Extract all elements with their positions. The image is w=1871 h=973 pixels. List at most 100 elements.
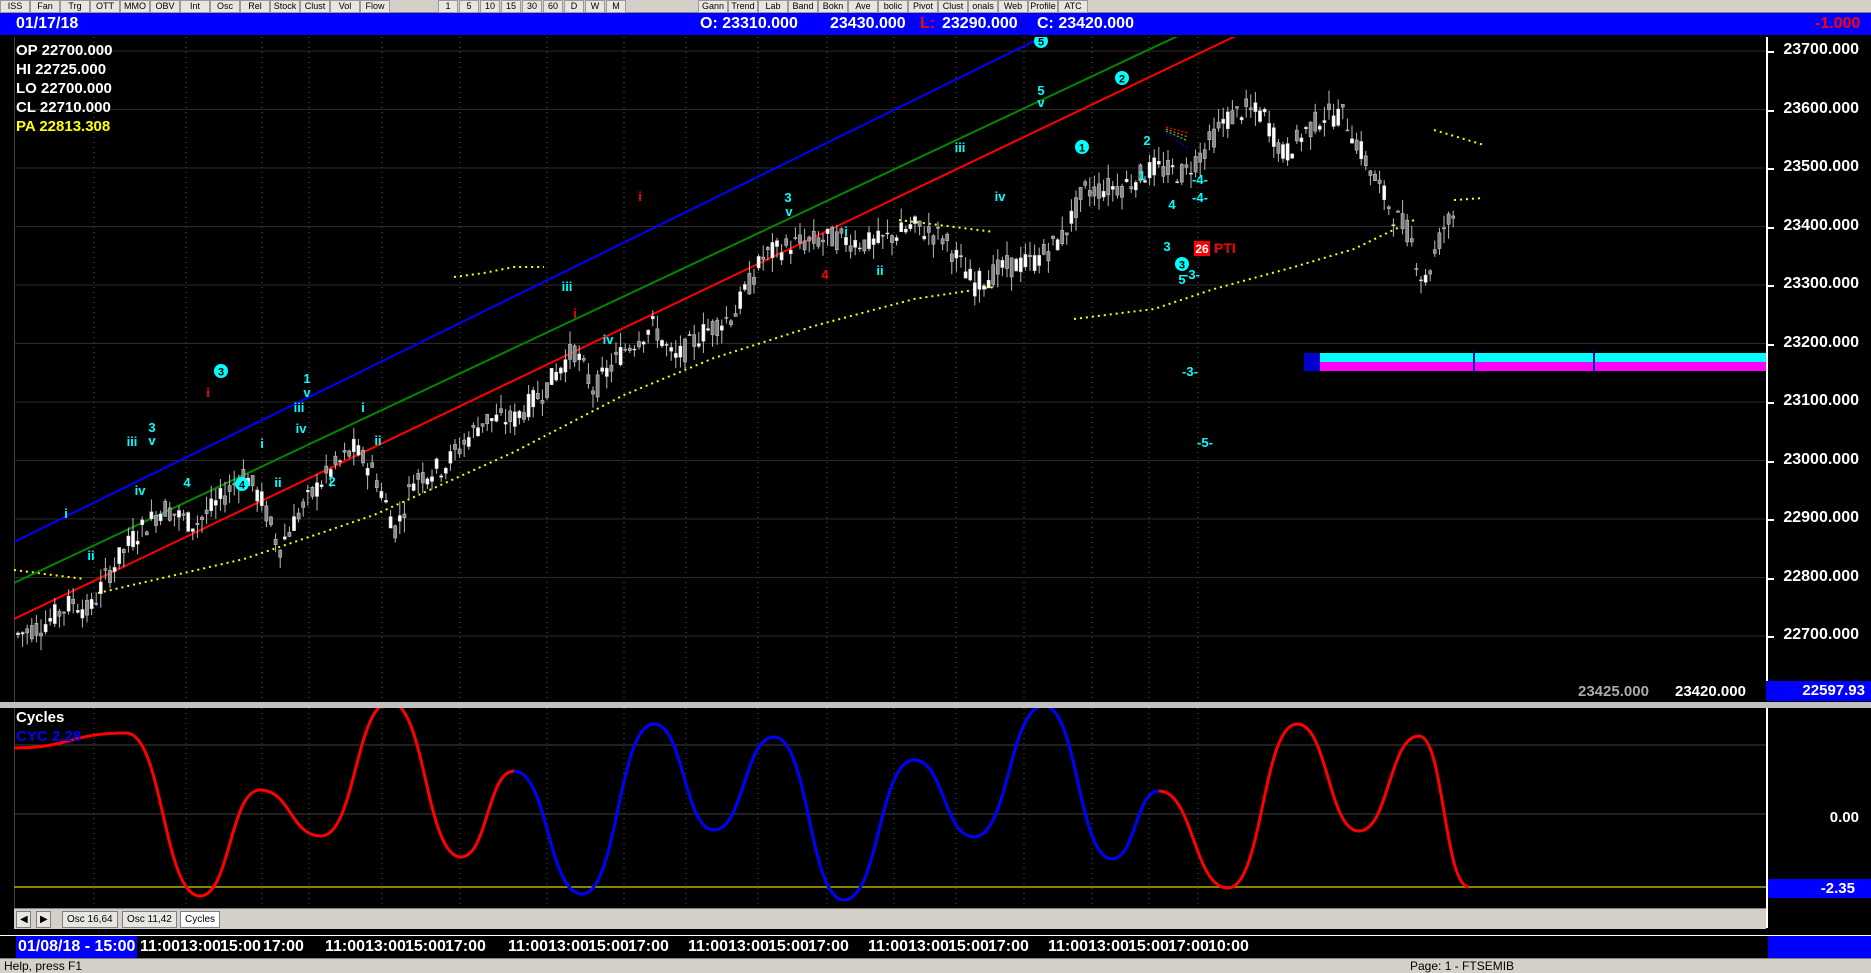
wave-label: v: [303, 385, 311, 400]
period-btn-15[interactable]: 15: [501, 0, 521, 13]
period-btn-w[interactable]: W: [585, 0, 605, 13]
quote-open: O: 23310.000: [700, 15, 798, 32]
toolbar-btn-band[interactable]: Band: [788, 0, 818, 13]
time-axis-start: 01/08/18 - 15:00: [16, 936, 138, 958]
footer-price-left: 23425.000: [1578, 683, 1649, 700]
toolbar-btn-onals[interactable]: onals: [968, 0, 998, 13]
time-label: 15:00: [588, 938, 629, 955]
support-zone: [1304, 351, 1766, 373]
toolbar-btn-bokn[interactable]: Bokn: [818, 0, 848, 13]
quote-low: 23290.000: [942, 15, 1018, 32]
toolbar-btn-trg[interactable]: Trg: [60, 0, 90, 13]
wave-label: 1: [1138, 168, 1145, 183]
time-label: 13:00: [180, 938, 221, 955]
red-wave-label: 4: [821, 267, 829, 282]
toolbar-btn-clust[interactable]: Clust: [300, 0, 330, 13]
toolbar-btn-ott[interactable]: OTT: [90, 0, 120, 13]
tab-osc-11-42[interactable]: Osc 11,42: [122, 911, 177, 928]
wave-label: v: [1037, 95, 1045, 110]
price-tick: 23100.000: [1783, 392, 1859, 409]
toolbar-btn-stock[interactable]: Stock: [270, 0, 300, 13]
circled-wave-label: 2: [1115, 71, 1129, 86]
cycle-segment: [259, 788, 322, 838]
toolbar-btn-bolic[interactable]: bolic: [878, 0, 908, 13]
toolbar-btn-gann[interactable]: Gann: [698, 0, 728, 13]
toolbar-btn-trend[interactable]: Trend: [728, 0, 758, 13]
toolbar-btn-obv[interactable]: OBV: [150, 0, 180, 13]
toolbar-btn-int[interactable]: Int: [180, 0, 210, 13]
toolbar-btn-osc[interactable]: Osc: [210, 0, 240, 13]
cycle-segment: [713, 735, 775, 832]
price-tick-mark: [1768, 109, 1774, 112]
cycle-segment: [1358, 734, 1420, 833]
price-tick: 23200.000: [1783, 333, 1859, 351]
time-label: 13:00: [908, 938, 949, 955]
tab-osc-16-64[interactable]: Osc 16,64: [62, 911, 118, 928]
cycle-segment: [581, 722, 655, 896]
time-label: 17:00: [628, 938, 669, 955]
cycle-segment: [398, 708, 462, 859]
period-btn-m[interactable]: M: [606, 0, 626, 13]
ohlc-open: OP 22700.000: [16, 42, 113, 59]
toolbar-btn-clust[interactable]: Clust: [938, 0, 968, 13]
circled-wave-label: 1: [1075, 140, 1089, 155]
toolbar-btn-pivot[interactable]: Pivot: [908, 0, 938, 13]
cycle-segment: [199, 788, 261, 898]
time-label: 13:00: [548, 938, 589, 955]
toolbar-btn-web[interactable]: Web: [998, 0, 1028, 13]
left-gutter: [0, 37, 15, 927]
toolbar-btn-flow[interactable]: Flow: [360, 0, 390, 13]
time-label: 17:00: [1168, 938, 1209, 955]
time-label: 13:00: [1088, 938, 1129, 955]
toolbar-btn-fan[interactable]: Fan: [30, 0, 60, 13]
period-btn-1[interactable]: 1: [438, 0, 458, 13]
osc-title: Cycles: [16, 709, 65, 726]
time-label: 15:00: [220, 938, 261, 955]
period-btn-30[interactable]: 30: [522, 0, 542, 13]
tab-scroll-right[interactable]: ▶: [36, 911, 51, 928]
time-label: 11:00: [1048, 938, 1089, 955]
price-tick: 22800.000: [1783, 567, 1859, 585]
wave-label: ii: [374, 433, 381, 448]
price-tick-mark: [1768, 636, 1774, 638]
price-chart[interactable]: iiiiiiiv3v4 21iiiivviiiiiiiiiiv3viiiiiiiv…: [14, 37, 1766, 702]
time-axis-end-box: [1768, 936, 1871, 958]
toolbar-btn-vol[interactable]: Vol: [330, 0, 360, 13]
wave-label: 3: [1163, 239, 1170, 254]
osc-current-box: -2.35: [1768, 879, 1871, 898]
wave-label: iv: [296, 421, 308, 436]
ohlc-pa: PA 22813.308: [16, 118, 111, 135]
period-btn-d[interactable]: D: [564, 0, 584, 13]
price-tick-mark: [1768, 577, 1774, 580]
wave-label: -4-: [1192, 190, 1208, 205]
time-label: 15:00: [1128, 938, 1169, 955]
tab-scroll-left[interactable]: ◀: [16, 911, 31, 928]
cycle-segment: [1296, 722, 1360, 833]
wave-label: 3: [784, 190, 791, 205]
cycles-oscillator[interactable]: [14, 708, 1766, 908]
projection-fan: [1165, 126, 1189, 149]
period-btn-5[interactable]: 5: [459, 0, 479, 13]
time-label: 17:00: [808, 938, 849, 955]
price-tick: 22900.000: [1783, 509, 1859, 526]
tab-cycles[interactable]: Cycles: [180, 911, 221, 928]
time-axis[interactable]: 01/08/18 - 15:00 11:00 13:00 15:00 17:00 11:…: [0, 935, 1871, 958]
toolbar-btn-profile[interactable]: Profile: [1028, 0, 1058, 13]
toolbar-btn-lab[interactable]: Lab: [758, 0, 788, 13]
toolbar-btn-atc[interactable]: ATC: [1058, 0, 1088, 13]
toolbar-btn-rel[interactable]: Rel: [240, 0, 270, 13]
period-btn-60[interactable]: 60: [543, 0, 563, 13]
toolbar-btn-ave[interactable]: Ave: [848, 0, 878, 13]
toolbar-btn-mmo[interactable]: MMO: [120, 0, 150, 13]
svg-text:PTI: PTI: [1214, 240, 1236, 256]
osc-axis[interactable]: 0.00 -2.35: [1766, 708, 1871, 928]
period-btn-10[interactable]: 10: [480, 0, 500, 13]
toolbar-btn-iss[interactable]: ISS: [0, 0, 30, 13]
wave-label: iii: [562, 279, 573, 294]
ohlc-high: HI 22725.000: [16, 61, 107, 78]
time-label: 11:00: [868, 938, 909, 955]
price-axis[interactable]: 23700.000 23600.000 23500.000 23400.000 2330…: [1766, 37, 1871, 701]
ohlc-low: LO 22700.000: [16, 80, 112, 97]
time-label: 15:00: [405, 938, 446, 955]
quote-close: C: 23420.000: [1037, 15, 1134, 32]
